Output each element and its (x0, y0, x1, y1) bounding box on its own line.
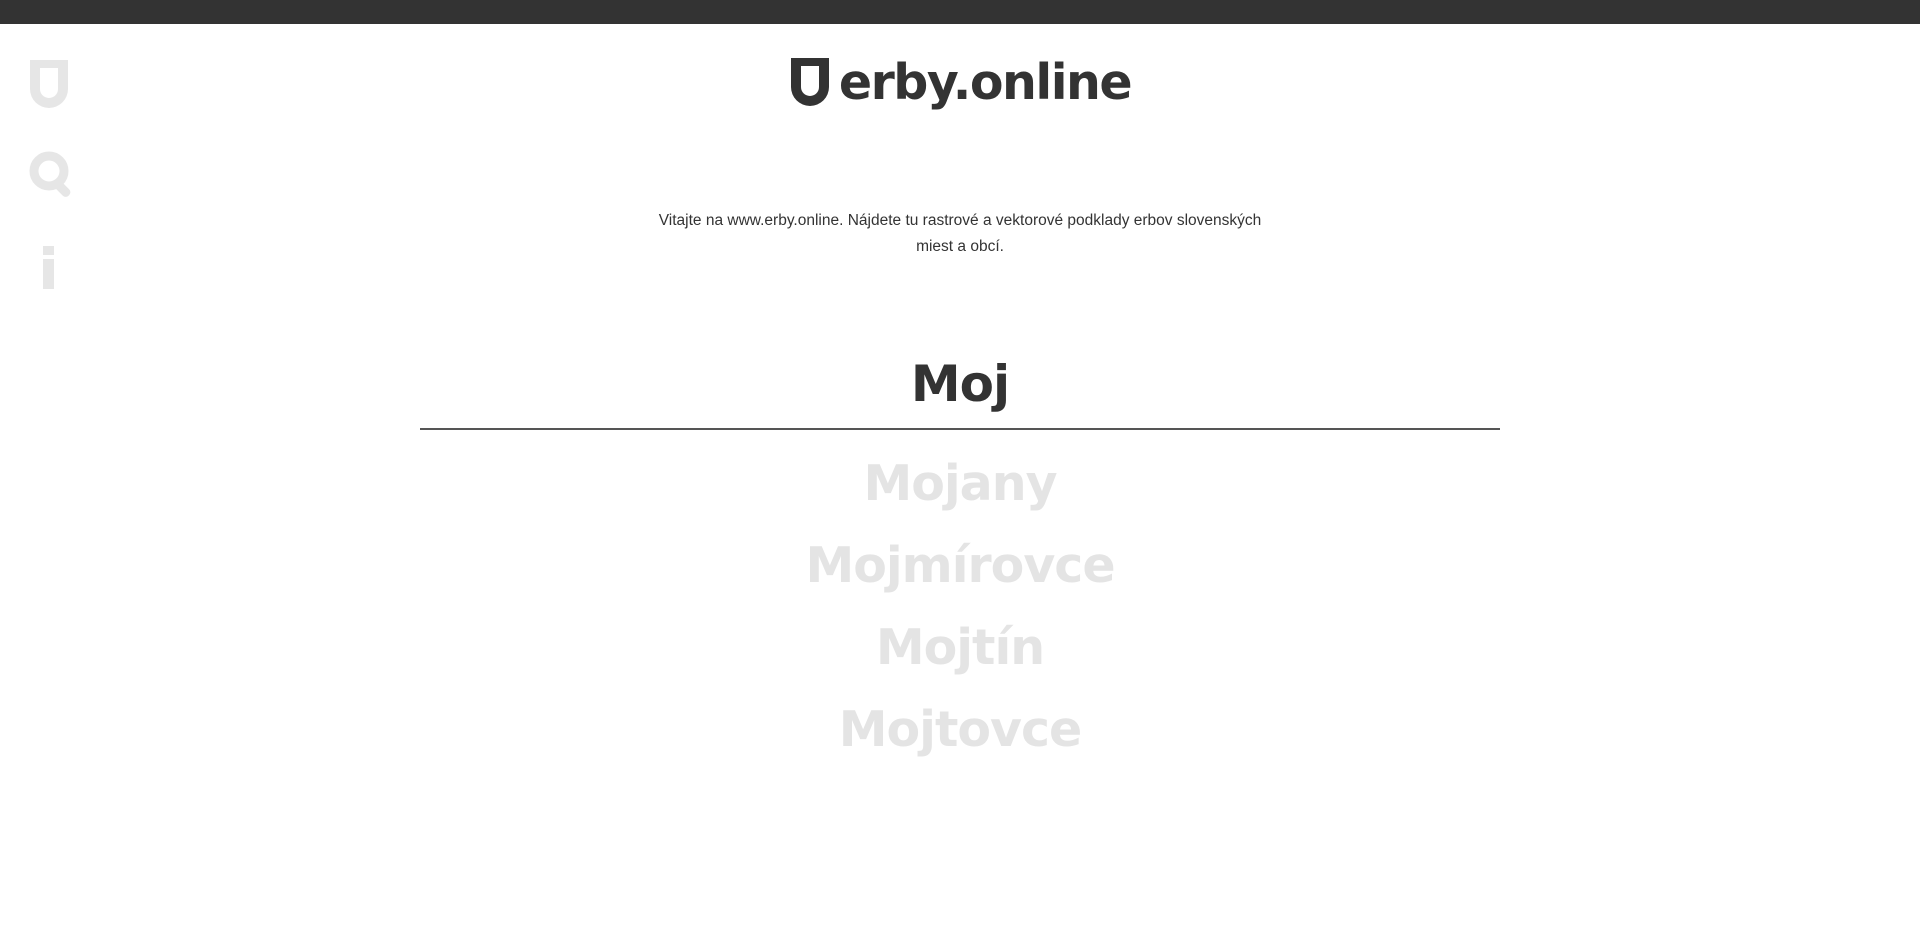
site-header: erby.online (0, 56, 1920, 108)
search-input[interactable] (420, 343, 1500, 425)
nav-search-button[interactable] (28, 150, 80, 202)
top-bar (0, 0, 1920, 24)
logo-text: erby.online (838, 53, 1133, 111)
results-list: Mojany Mojmírovce Mojtín Mojtovce (420, 448, 1500, 776)
result-item-mojtin[interactable]: Mojtín (420, 612, 1500, 694)
result-item-mojmirovce[interactable]: Mojmírovce (420, 530, 1500, 612)
search-box (420, 340, 1500, 430)
site-logo[interactable]: erby.online (789, 53, 1133, 111)
nav-info-button[interactable] (28, 242, 80, 294)
search-icon (29, 151, 71, 197)
intro-text: Vitajte na www.erby.online. Nájdete tu r… (658, 211, 1262, 255)
result-item-mojany[interactable]: Mojany (420, 448, 1500, 530)
shield-icon (790, 58, 829, 106)
info-icon (43, 246, 54, 289)
result-item-mojtovce[interactable]: Mojtovce (420, 694, 1500, 776)
